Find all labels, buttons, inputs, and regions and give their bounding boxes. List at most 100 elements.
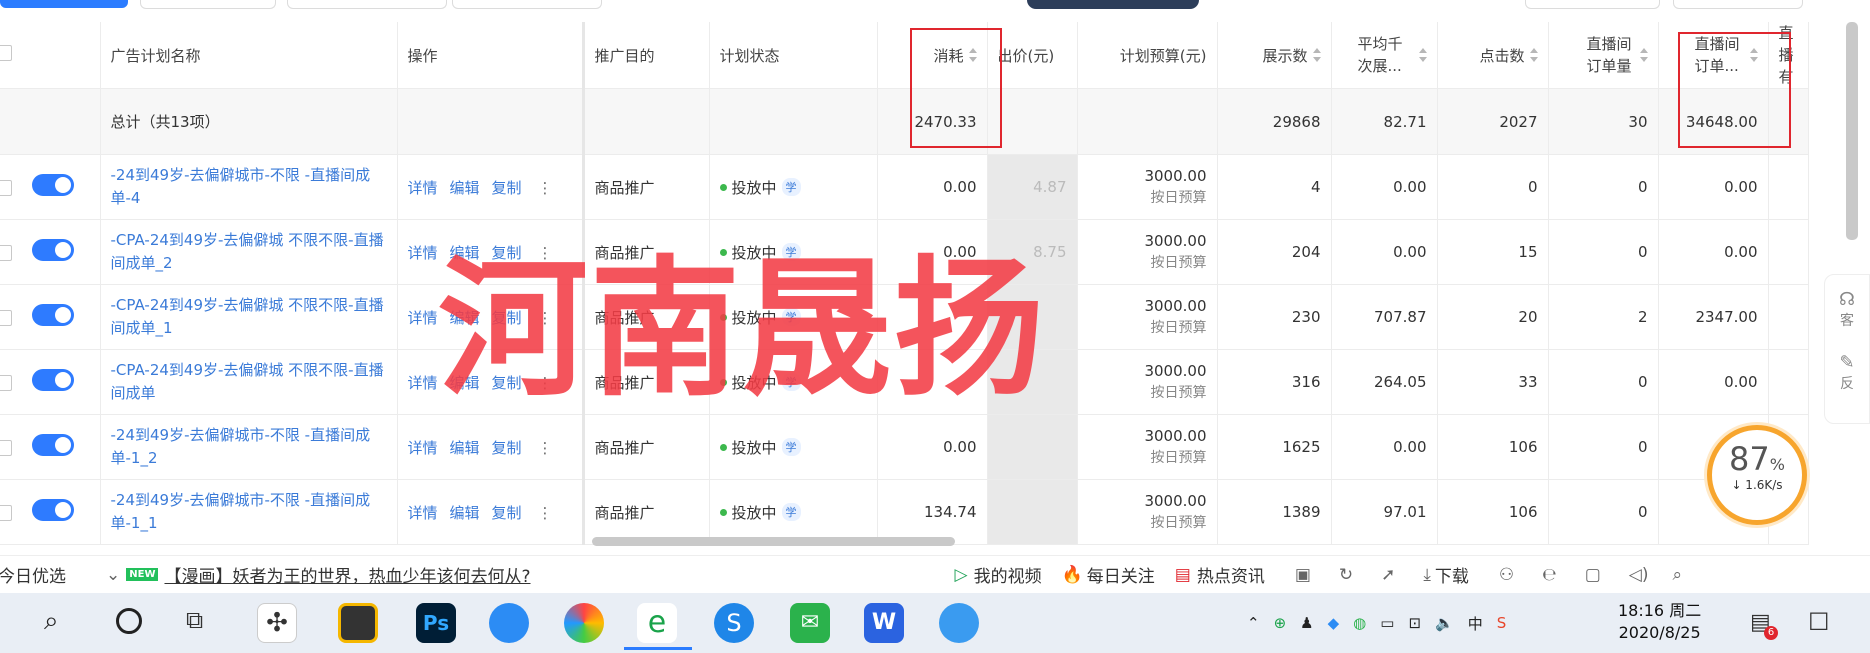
- plan-toggle[interactable]: [32, 434, 74, 456]
- more-icon[interactable]: ⋮: [538, 504, 553, 522]
- battery-icon[interactable]: ▭: [1380, 614, 1394, 632]
- plan-name-link[interactable]: -24到49岁-去偏僻城市-不限 -直播间成单-1_1: [100, 479, 398, 545]
- cpm: 264.05: [1331, 349, 1438, 415]
- wechat-icon[interactable]: ✉: [790, 603, 830, 643]
- plan-name-link[interactable]: -CPA-24到49岁-去偏僻城 不限不限-直播间成单_2: [100, 219, 398, 285]
- window-icon[interactable]: ▢: [1585, 565, 1601, 585]
- copy-link[interactable]: 复制: [492, 439, 522, 457]
- edit-link[interactable]: 编辑: [450, 179, 480, 197]
- wechat-tray-icon[interactable]: ◍: [1353, 614, 1366, 632]
- sogou-icon[interactable]: S: [714, 603, 754, 643]
- plan-name-link[interactable]: -24到49岁-去偏僻城市-不限 -直播间成单-4: [100, 154, 398, 220]
- sort-icon[interactable]: [1418, 48, 1427, 62]
- plan-name-link[interactable]: -CPA-24到49岁-去偏僻城 不限不限-直播间成单_1: [100, 284, 398, 350]
- hot-news-link[interactable]: 热点资讯: [1197, 562, 1265, 587]
- detail-link[interactable]: 详情: [408, 504, 438, 522]
- col-impressions[interactable]: 展示数: [1217, 22, 1332, 89]
- browser-e-icon[interactable]: e: [637, 603, 677, 643]
- plus-app-icon[interactable]: ⊕: [1274, 614, 1287, 632]
- game-icon[interactable]: ⚇: [1499, 565, 1514, 585]
- detail-link[interactable]: 详情: [408, 374, 438, 392]
- edit-link[interactable]: 编辑: [450, 439, 480, 457]
- my-video-link[interactable]: 我的视频: [974, 562, 1042, 587]
- download-link[interactable]: 下载: [1435, 562, 1469, 587]
- rocket-icon[interactable]: ➚: [1381, 565, 1395, 585]
- select-all-checkbox[interactable]: [0, 45, 12, 61]
- clock[interactable]: 18:16 周二 2020/8/25: [1618, 600, 1701, 644]
- side-service-panel[interactable]: ☊ 客 ✎ 反: [1824, 274, 1870, 424]
- copy-link[interactable]: 复制: [492, 179, 522, 197]
- col-cpm[interactable]: 平均千次展...: [1331, 22, 1438, 89]
- photoshop-icon[interactable]: Ps: [416, 603, 456, 643]
- download-icon[interactable]: ⤓: [1423, 565, 1431, 585]
- filter-box-1[interactable]: [140, 0, 276, 9]
- sort-icon[interactable]: [1639, 48, 1648, 62]
- primary-button-partial[interactable]: [0, 0, 128, 8]
- action-center-icon[interactable]: ☐: [1808, 608, 1830, 636]
- vertical-scrollbar[interactable]: [1846, 22, 1858, 240]
- impressions: 204: [1217, 219, 1332, 285]
- sort-icon[interactable]: [1529, 48, 1538, 62]
- fan-app-icon[interactable]: ✣: [257, 603, 297, 643]
- network-icon[interactable]: ⊡: [1408, 614, 1421, 632]
- horizontal-scrollbar[interactable]: [592, 537, 955, 546]
- headset-icon[interactable]: ☊: [1825, 289, 1869, 310]
- clicks: 106: [1437, 479, 1549, 545]
- wps-icon[interactable]: W: [864, 603, 904, 643]
- plan-name-link[interactable]: -24到49岁-去偏僻城市-不限 -直播间成单-1_2: [100, 414, 398, 480]
- col-clicks[interactable]: 点击数: [1437, 22, 1549, 89]
- more-icon[interactable]: ⋮: [538, 179, 553, 197]
- edit-link[interactable]: 编辑: [450, 504, 480, 522]
- ie-icon[interactable]: ℮: [1542, 565, 1557, 585]
- feedback-icon[interactable]: ✎: [1825, 352, 1869, 373]
- detail-link[interactable]: 详情: [408, 179, 438, 197]
- sort-icon[interactable]: [1312, 48, 1321, 62]
- task-view-icon[interactable]: ⧉: [186, 606, 203, 634]
- qq-browser-icon[interactable]: [939, 603, 979, 643]
- detail-link[interactable]: 详情: [408, 309, 438, 327]
- feather-app-icon[interactable]: [489, 603, 529, 643]
- plan-toggle[interactable]: [32, 499, 74, 521]
- plan-toggle[interactable]: [32, 304, 74, 326]
- plan-toggle[interactable]: [32, 369, 74, 391]
- more-icon[interactable]: ⋮: [538, 439, 553, 457]
- image-icon[interactable]: ▣: [1295, 565, 1311, 585]
- filter-box-5[interactable]: [1673, 0, 1803, 9]
- sogou-ime-icon[interactable]: S: [1497, 614, 1507, 632]
- qq-icon[interactable]: ♟: [1300, 614, 1313, 632]
- col-live-orders[interactable]: 直播间订单量: [1548, 22, 1659, 89]
- filter-box-3[interactable]: [452, 0, 602, 9]
- search-icon[interactable]: ⌕: [44, 606, 59, 637]
- filter-box-4[interactable]: [1525, 0, 1660, 9]
- chevron-up-icon[interactable]: ⌃: [1247, 614, 1260, 632]
- refresh-icon[interactable]: ↻: [1339, 565, 1353, 585]
- network-speed-gauge[interactable]: 87% ↓ 1.6K/s: [1707, 425, 1807, 525]
- today-picks[interactable]: 今日优选: [0, 562, 66, 587]
- plan-toggle[interactable]: [32, 174, 74, 196]
- row-checkbox[interactable]: [0, 375, 12, 391]
- chevron-down-icon[interactable]: ⌄: [106, 565, 120, 585]
- cortana-icon[interactable]: [116, 608, 142, 634]
- volume-tray-icon[interactable]: 🔈: [1435, 614, 1454, 632]
- plan-name-link[interactable]: -CPA-24到49岁-去偏僻城 不限不限-直播间成单: [100, 349, 398, 415]
- news-headline[interactable]: 【漫画】妖者为王的世界，热血少年该何去何从?: [164, 562, 530, 587]
- row-checkbox[interactable]: [0, 245, 12, 261]
- dark-button-partial[interactable]: [1027, 0, 1199, 9]
- row-checkbox[interactable]: [0, 180, 12, 196]
- detail-link[interactable]: 详情: [408, 244, 438, 262]
- store-icon[interactable]: [338, 603, 378, 643]
- row-checkbox[interactable]: [0, 505, 12, 521]
- volume-icon[interactable]: ◁): [1629, 565, 1649, 585]
- search-icon[interactable]: ⌕: [1672, 565, 1682, 585]
- daily-link[interactable]: 每日关注: [1087, 562, 1155, 587]
- row-checkbox[interactable]: [0, 440, 12, 456]
- feather-tray-icon[interactable]: ◆: [1328, 614, 1340, 632]
- plan-toggle[interactable]: [32, 239, 74, 261]
- copy-link[interactable]: 复制: [492, 504, 522, 522]
- filter-box-2[interactable]: [287, 0, 447, 9]
- ime-indicator[interactable]: 中: [1468, 613, 1483, 634]
- row-checkbox[interactable]: [0, 310, 12, 326]
- detail-link[interactable]: 详情: [408, 439, 438, 457]
- status-dot-icon: [719, 443, 727, 451]
- color-app-icon[interactable]: [564, 603, 604, 643]
